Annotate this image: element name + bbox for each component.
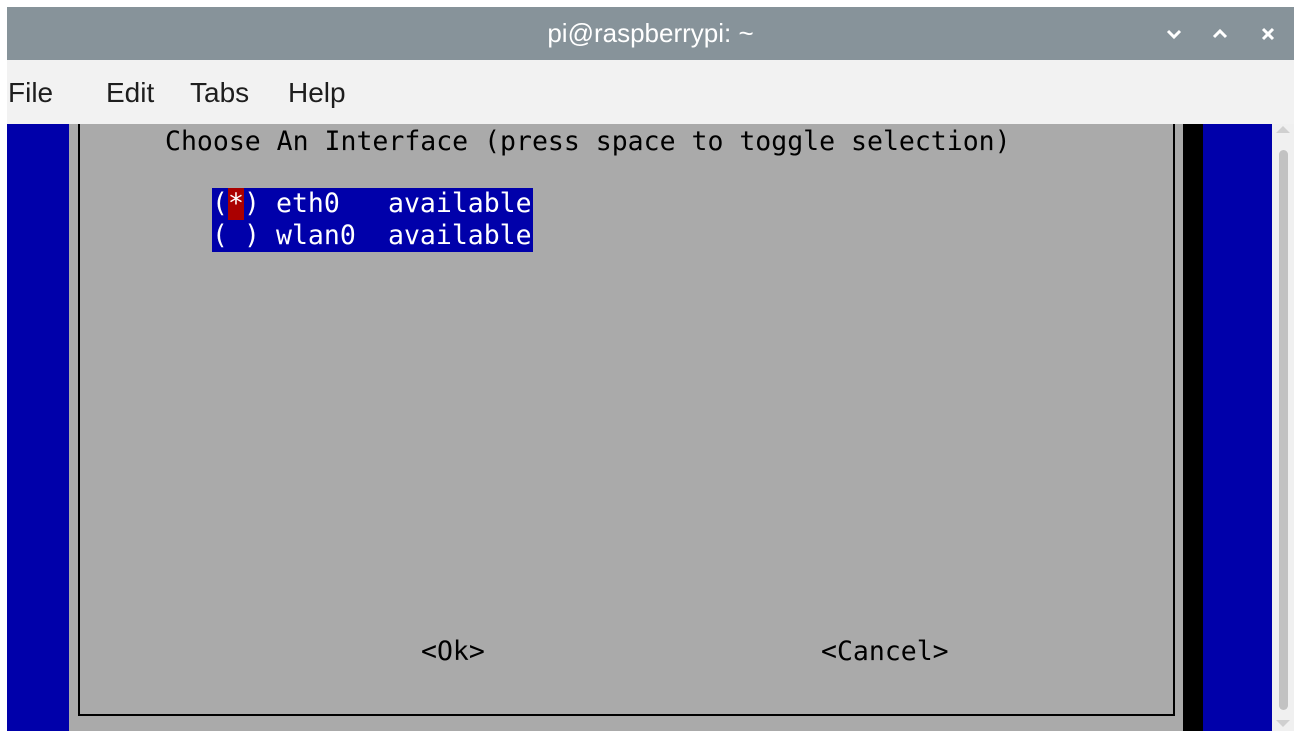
menu-file[interactable]: File — [8, 60, 53, 124]
option-name: eth0 — [276, 188, 340, 219]
menu-bar: File Edit Tabs Help — [7, 60, 1294, 124]
dialog-border-left — [78, 124, 80, 716]
minimize-button[interactable] — [1159, 7, 1189, 60]
close-icon — [1260, 26, 1276, 42]
option-bracket-open: ( — [212, 220, 228, 251]
maximize-button[interactable] — [1205, 7, 1235, 60]
option-bracket-close: ) — [244, 220, 260, 251]
menu-edit[interactable]: Edit — [106, 60, 154, 124]
option-name: wlan0 — [276, 220, 356, 251]
dialog-border-bottom — [78, 714, 1175, 716]
scroll-up-arrow-icon[interactable] — [1276, 126, 1290, 133]
option-checkbox-mark[interactable]: * — [228, 188, 244, 220]
vertical-scrollbar[interactable] — [1272, 124, 1294, 731]
option-checkbox-mark[interactable] — [228, 220, 244, 252]
option-bracket-close: ) — [244, 188, 260, 219]
terminal-area[interactable]: Choose An Interface (press space to togg… — [7, 124, 1272, 731]
window-title: pi@raspberrypi: ~ — [547, 18, 754, 48]
menu-tabs[interactable]: Tabs — [190, 60, 249, 124]
option-bracket-open: ( — [212, 188, 228, 219]
window-titlebar[interactable]: pi@raspberrypi: ~ — [7, 7, 1294, 60]
menu-help[interactable]: Help — [288, 60, 346, 124]
option-status: available — [388, 188, 532, 219]
close-button[interactable] — [1253, 7, 1283, 60]
dialog-shadow — [1183, 124, 1203, 731]
interface-dialog: Choose An Interface (press space to togg… — [69, 124, 1183, 731]
option-eth0[interactable]: ( * ) eth0 available — [212, 188, 533, 220]
dialog-prompt: Choose An Interface (press space to togg… — [165, 126, 1011, 157]
chevron-up-icon — [1212, 28, 1228, 40]
option-wlan0[interactable]: ( ) wlan0 available — [212, 220, 533, 252]
chevron-down-icon — [1166, 28, 1182, 40]
cancel-button[interactable]: <Cancel> — [821, 636, 949, 668]
dialog-border-right — [1173, 124, 1175, 716]
scrollbar-thumb[interactable] — [1279, 150, 1288, 710]
option-status: available — [388, 220, 532, 251]
scroll-down-arrow-icon[interactable] — [1276, 720, 1290, 727]
ok-button[interactable]: <Ok> — [421, 636, 485, 668]
